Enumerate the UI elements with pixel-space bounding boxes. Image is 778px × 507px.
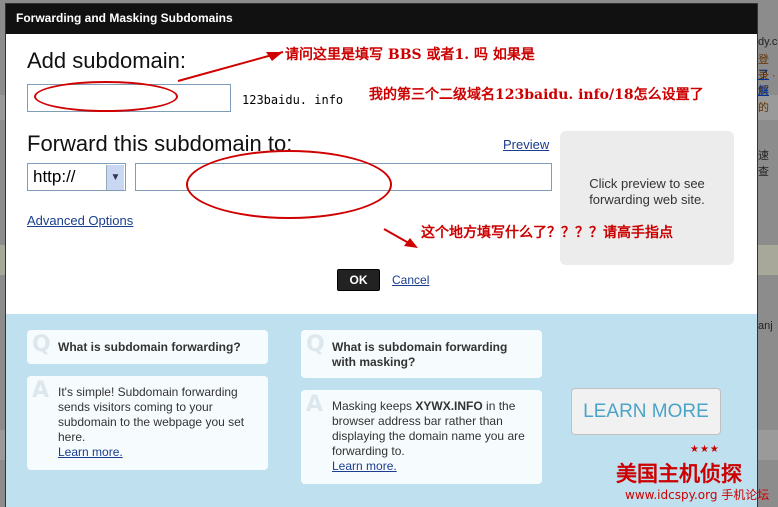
annotation-arrows (177, 51, 418, 248)
annotation-note: 这个地方填写什么了？？？？请高手指点 (421, 225, 673, 241)
annotation-note: 请问这里是填写 BBS 或者1. 吗 如果是 (285, 47, 535, 63)
watermark-logo: 美国主机侦探 (616, 462, 742, 486)
annotation-arrow (177, 51, 284, 82)
watermark-decoration: ★★★ (690, 444, 720, 455)
watermark-url: www.idcspy.org 手机论坛 (625, 488, 770, 502)
annotation-arrowhead (404, 238, 418, 248)
annotation-note: 我的第三个二级域名123baidu. info/18怎么设置了 (369, 87, 704, 103)
